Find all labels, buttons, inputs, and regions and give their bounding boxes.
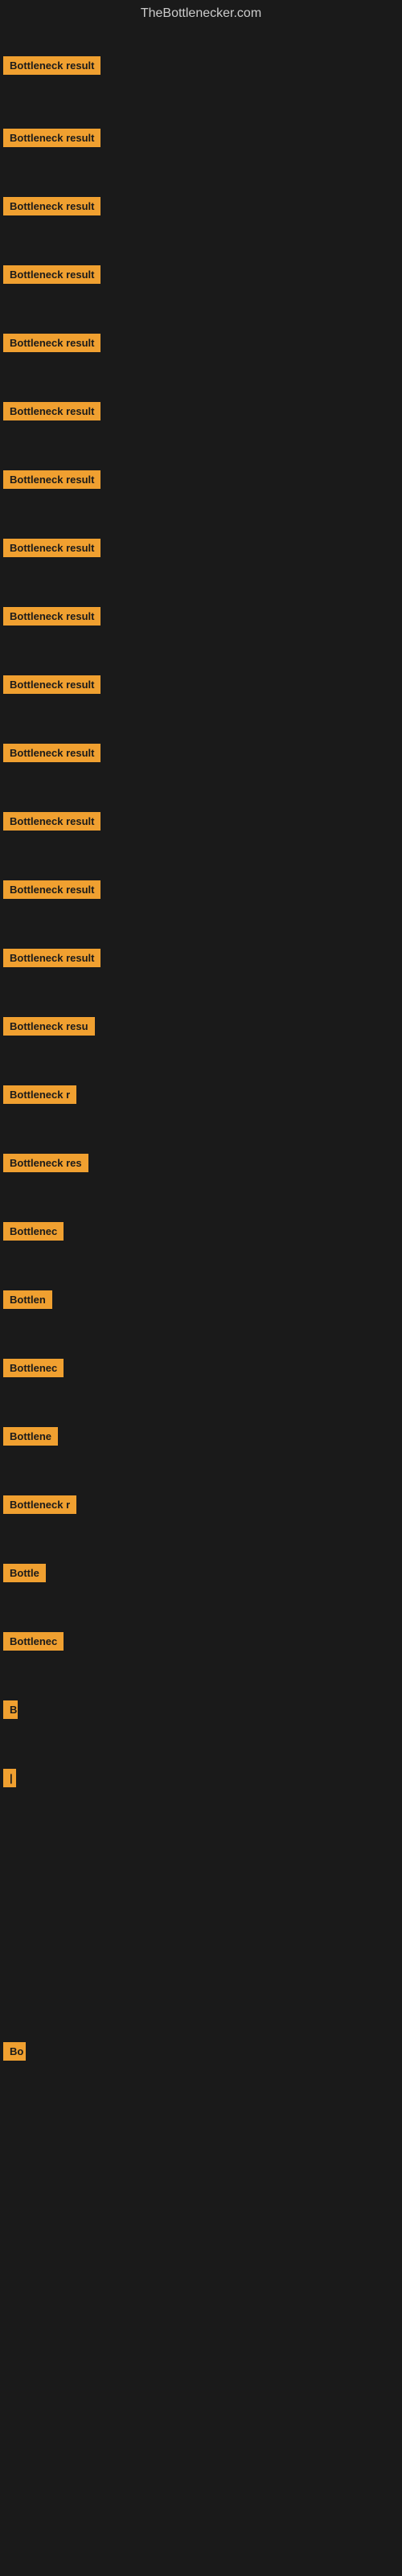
- bottleneck-item: Bottleneck result: [0, 192, 402, 224]
- bottleneck-item: Bottleneck result: [0, 944, 402, 976]
- bottleneck-item: Bottleneck result: [0, 51, 402, 84]
- bottleneck-item: Bottleneck result: [0, 602, 402, 634]
- bottleneck-badge[interactable]: Bottleneck result: [3, 56, 100, 75]
- bottleneck-badge[interactable]: Bottlenec: [3, 1632, 64, 1651]
- bottleneck-item: Bo: [0, 2037, 402, 2069]
- bottleneck-item: Bottleneck result: [0, 260, 402, 293]
- bottleneck-item: Bottleneck res: [0, 1149, 402, 1181]
- bottleneck-badge[interactable]: |: [3, 1769, 16, 1787]
- bottleneck-badge[interactable]: Bottleneck result: [3, 949, 100, 967]
- bottleneck-item: Bottlene: [0, 1422, 402, 1454]
- bottleneck-badge[interactable]: Bottlen: [3, 1290, 52, 1309]
- bottleneck-badge[interactable]: Bottleneck result: [3, 675, 100, 694]
- bottleneck-item: Bottleneck result: [0, 466, 402, 498]
- bottleneck-item: Bottleneck result: [0, 329, 402, 361]
- bottleneck-badge[interactable]: Bottleneck result: [3, 334, 100, 352]
- bottleneck-badge[interactable]: Bottlenec: [3, 1359, 64, 1377]
- bottleneck-item: Bottlenec: [0, 1217, 402, 1249]
- bottleneck-item: Bottleneck r: [0, 1081, 402, 1113]
- bottleneck-badge[interactable]: Bottle: [3, 1564, 46, 1582]
- bottleneck-badge[interactable]: Bottleneck r: [3, 1495, 76, 1514]
- bottleneck-item: Bottleneck result: [0, 876, 402, 908]
- site-title-bar: TheBottlenecker.com: [0, 0, 402, 27]
- bottleneck-badge[interactable]: Bottleneck result: [3, 129, 100, 147]
- bottleneck-badge[interactable]: Bottleneck resu: [3, 1017, 95, 1036]
- bottleneck-item: Bottleneck result: [0, 124, 402, 156]
- bottleneck-badge[interactable]: Bottleneck result: [3, 880, 100, 899]
- bottleneck-item: Bottleneck r: [0, 1491, 402, 1523]
- bottleneck-item: Bottlen: [0, 1286, 402, 1318]
- bottleneck-badge[interactable]: Bottleneck result: [3, 402, 100, 420]
- bottleneck-item: Bottleneck result: [0, 807, 402, 839]
- bottleneck-badge[interactable]: Bottleneck result: [3, 539, 100, 557]
- bottleneck-badge[interactable]: Bottleneck result: [3, 812, 100, 831]
- bottleneck-badge[interactable]: Bottleneck result: [3, 265, 100, 284]
- bottleneck-badge[interactable]: B: [3, 1700, 18, 1719]
- bottleneck-item: Bottle: [0, 1559, 402, 1591]
- bottleneck-badge[interactable]: Bottleneck r: [3, 1085, 76, 1104]
- bottleneck-badge[interactable]: Bottleneck result: [3, 607, 100, 626]
- bottleneck-badge[interactable]: Bottlenec: [3, 1222, 64, 1241]
- bottleneck-item: Bottleneck result: [0, 534, 402, 566]
- bottleneck-item: Bottleneck resu: [0, 1012, 402, 1044]
- bottleneck-item: Bottleneck result: [0, 739, 402, 771]
- bottleneck-item: Bottleneck result: [0, 671, 402, 703]
- bottleneck-item: Bottlenec: [0, 1627, 402, 1659]
- site-title: TheBottlenecker.com: [141, 6, 261, 20]
- bottleneck-badge[interactable]: Bottleneck result: [3, 197, 100, 215]
- bottleneck-badge[interactable]: Bo: [3, 2042, 26, 2061]
- bottleneck-item: Bottleneck result: [0, 397, 402, 429]
- bottleneck-item: B: [0, 1696, 402, 1728]
- bottleneck-badge[interactable]: Bottleneck result: [3, 744, 100, 762]
- bottleneck-item: Bottlenec: [0, 1354, 402, 1386]
- bottleneck-item: |: [0, 1764, 402, 1796]
- bottleneck-badge[interactable]: Bottlene: [3, 1427, 58, 1446]
- bottleneck-badge[interactable]: Bottleneck res: [3, 1154, 88, 1172]
- bottleneck-badge[interactable]: Bottleneck result: [3, 470, 100, 489]
